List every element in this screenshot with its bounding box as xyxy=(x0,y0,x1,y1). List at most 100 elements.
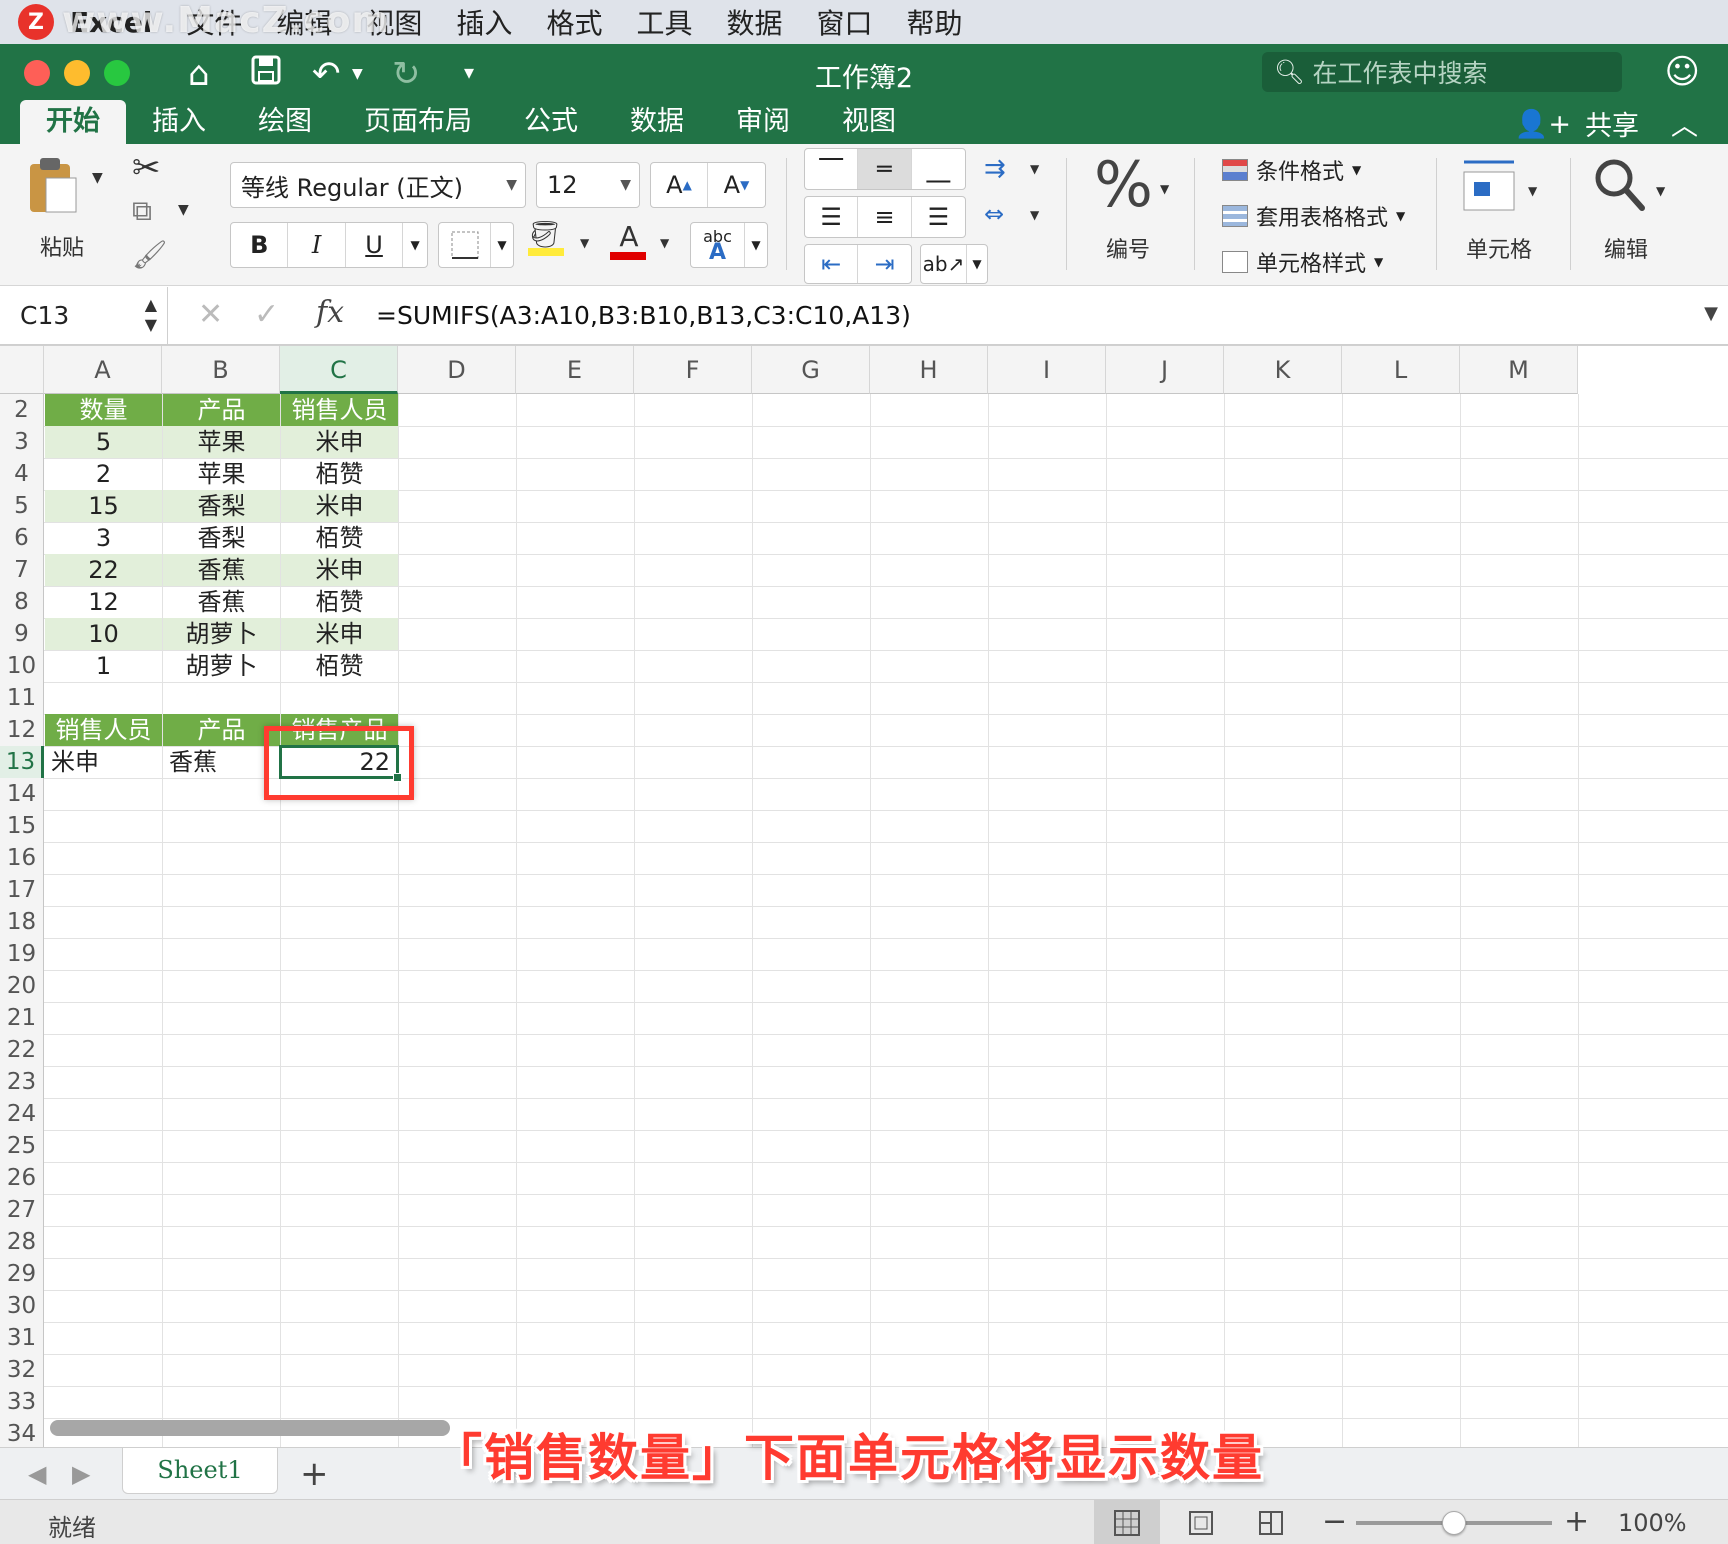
table-data-cell[interactable]: 10 xyxy=(45,618,162,650)
criteria-header-cell[interactable]: 销售人员 xyxy=(45,714,162,746)
zoom-in-button[interactable]: + xyxy=(1564,1504,1589,1539)
expand-formula-bar-icon[interactable]: ▼ xyxy=(1704,303,1718,324)
insert-function-button[interactable]: fx xyxy=(316,295,344,330)
menu-insert[interactable]: 插入 xyxy=(456,2,512,42)
increase-indent-button[interactable]: ⇥ xyxy=(858,245,911,283)
font-name-select[interactable]: 等线 Regular (正文) ▼ xyxy=(230,162,526,208)
table-data-cell[interactable]: 2 xyxy=(45,458,162,490)
table-data-cell[interactable]: 3 xyxy=(45,522,162,554)
tab-review[interactable]: 审阅 xyxy=(710,100,816,144)
row-header-7[interactable]: 7 xyxy=(0,554,44,586)
row-header-11[interactable]: 11 xyxy=(0,682,44,714)
table-data-cell[interactable]: 香梨 xyxy=(163,522,280,554)
table-data-cell[interactable]: 胡萝卜 xyxy=(163,650,280,682)
row-header-18[interactable]: 18 xyxy=(0,906,44,938)
row-header-14[interactable]: 14 xyxy=(0,778,44,810)
row-header-6[interactable]: 6 xyxy=(0,522,44,554)
table-data-cell[interactable]: 栢赞 xyxy=(281,650,398,682)
conditional-format-button[interactable]: 条件格式 ▼ xyxy=(1222,154,1361,186)
shrink-font-button[interactable]: A ▼ xyxy=(708,163,765,207)
table-data-cell[interactable]: 苹果 xyxy=(163,458,280,490)
align-center-button[interactable]: ≡ xyxy=(858,197,912,237)
table-header-cell[interactable]: 数量 xyxy=(45,394,162,426)
phonetic-button[interactable]: abc A ▼ xyxy=(690,222,768,268)
menu-file[interactable]: 文件 xyxy=(186,2,242,42)
cut-icon[interactable]: ✂ xyxy=(132,148,161,188)
column-header-g[interactable]: G xyxy=(752,346,870,394)
table-data-cell[interactable]: 15 xyxy=(45,490,162,522)
collapse-ribbon-icon[interactable]: ︿ xyxy=(1671,104,1698,143)
table-data-cell[interactable]: 米申 xyxy=(281,618,398,650)
column-header-c[interactable]: C xyxy=(280,346,398,394)
number-dropdown-icon[interactable]: ▼ xyxy=(1160,182,1169,196)
cell-styles-button[interactable]: 单元格样式 ▼ xyxy=(1222,246,1383,278)
worksheet-grid[interactable]: ABCDEFGHIJKLM 2 3 4 5 6 7 8 9 10 11 12 13 14 15 16 17 18… xyxy=(0,345,1728,1447)
row-header-12[interactable]: 12 xyxy=(0,714,44,746)
row-header-16[interactable]: 16 xyxy=(0,842,44,874)
table-data-cell[interactable]: 栢赞 xyxy=(281,522,398,554)
tab-page-layout[interactable]: 页面布局 xyxy=(338,100,498,144)
table-data-cell[interactable]: 22 xyxy=(45,554,162,586)
add-sheet-button[interactable]: + xyxy=(300,1454,329,1494)
column-header-b[interactable]: B xyxy=(162,346,280,394)
page-layout-view-button[interactable] xyxy=(1168,1500,1234,1544)
table-data-cell[interactable]: 香蕉 xyxy=(163,554,280,586)
column-header-e[interactable]: E xyxy=(516,346,634,394)
smiley-feedback-icon[interactable]: ☺ xyxy=(1665,52,1700,92)
row-header-5[interactable]: 5 xyxy=(0,490,44,522)
menu-format[interactable]: 格式 xyxy=(546,2,602,42)
percent-icon[interactable]: % xyxy=(1094,148,1153,221)
row-header-29[interactable]: 29 xyxy=(0,1258,44,1290)
menu-help[interactable]: 帮助 xyxy=(907,2,963,42)
wrap-text-icon[interactable]: ⇉ xyxy=(984,154,1006,184)
menu-data[interactable]: 数据 xyxy=(726,2,782,42)
column-header-a[interactable]: A xyxy=(44,346,162,394)
prev-sheet-icon[interactable]: ◀ xyxy=(28,1460,46,1488)
table-data-cell[interactable]: 香蕉 xyxy=(163,586,280,618)
merge-cells-icon[interactable]: ⇔ xyxy=(984,200,1004,228)
zoom-slider-knob[interactable] xyxy=(1442,1511,1466,1535)
font-size-select[interactable]: 12 ▼ xyxy=(536,162,640,208)
tab-draw[interactable]: 绘图 xyxy=(232,100,338,144)
row-header-24[interactable]: 24 xyxy=(0,1098,44,1130)
table-data-cell[interactable]: 5 xyxy=(45,426,162,458)
row-header-31[interactable]: 31 xyxy=(0,1322,44,1354)
row-header-20[interactable]: 20 xyxy=(0,970,44,1002)
table-data-cell[interactable]: 苹果 xyxy=(163,426,280,458)
table-data-cell[interactable]: 胡萝卜 xyxy=(163,618,280,650)
row-header-3[interactable]: 3 xyxy=(0,426,44,458)
row-header-17[interactable]: 17 xyxy=(0,874,44,906)
tab-view[interactable]: 视图 xyxy=(816,100,922,144)
underline-dropdown-icon[interactable]: ▼ xyxy=(403,223,427,267)
row-header-32[interactable]: 32 xyxy=(0,1354,44,1386)
name-box-stepper-icon[interactable]: ▲ ▼ xyxy=(145,295,157,335)
editing-dropdown-icon[interactable]: ▼ xyxy=(1656,184,1665,198)
confirm-edit-icon[interactable]: ✓ xyxy=(254,297,279,332)
menu-app-excel[interactable]: Excel xyxy=(70,6,152,39)
share-button[interactable]: 👤+ 共享 ︿ xyxy=(1515,104,1698,143)
copy-icon[interactable]: ⧉ xyxy=(132,194,152,228)
select-all-corner[interactable] xyxy=(0,346,44,394)
format-painter-icon[interactable]: 🖌︎ xyxy=(132,238,168,271)
format-as-table-button[interactable]: 套用表格格式 ▼ xyxy=(1222,200,1405,232)
table-data-cell[interactable]: 12 xyxy=(45,586,162,618)
wrap-text-dropdown-icon[interactable]: ▼ xyxy=(1030,162,1039,176)
column-header-m[interactable]: M xyxy=(1460,346,1578,394)
align-bottom-button[interactable]: ⎽ xyxy=(912,149,965,189)
tab-home[interactable]: 开始 xyxy=(20,100,126,144)
horizontal-scrollbar[interactable] xyxy=(50,1420,450,1436)
table-data-cell[interactable]: 栢赞 xyxy=(281,586,398,618)
editing-button[interactable] xyxy=(1592,154,1648,220)
row-header-27[interactable]: 27 xyxy=(0,1194,44,1226)
sheet-tab[interactable]: Sheet1 xyxy=(122,1448,278,1494)
column-header-k[interactable]: K xyxy=(1224,346,1342,394)
paste-dropdown-icon[interactable]: ▼ xyxy=(92,170,103,186)
align-middle-button[interactable]: ═ xyxy=(858,149,912,189)
merge-dropdown-icon[interactable]: ▼ xyxy=(1030,208,1039,222)
decrease-indent-button[interactable]: ⇤ xyxy=(805,245,859,283)
paste-button[interactable] xyxy=(26,154,80,222)
italic-button[interactable]: I xyxy=(288,223,346,267)
row-header-30[interactable]: 30 xyxy=(0,1290,44,1322)
row-header-23[interactable]: 23 xyxy=(0,1066,44,1098)
row-header-26[interactable]: 26 xyxy=(0,1162,44,1194)
